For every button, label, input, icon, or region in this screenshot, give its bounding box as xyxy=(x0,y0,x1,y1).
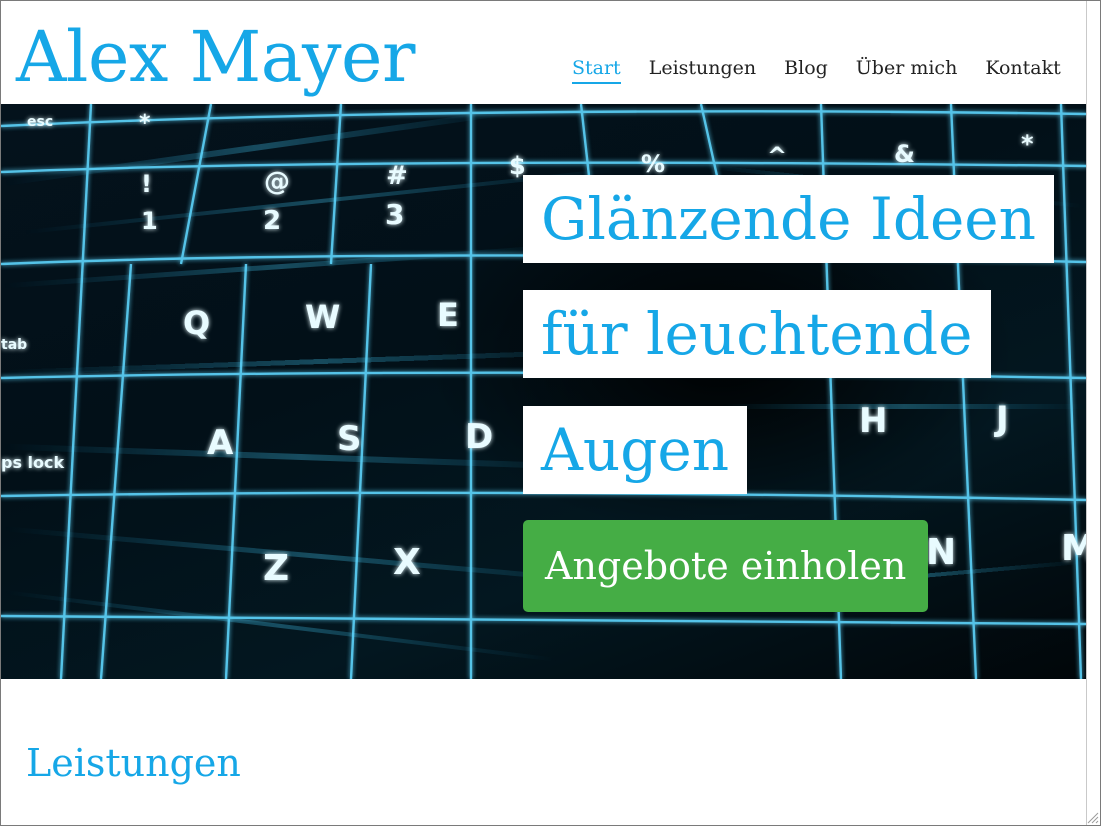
svg-text:@: @ xyxy=(264,167,290,197)
key-caps-lock: ps lock xyxy=(1,453,65,472)
svg-text:*: * xyxy=(1021,130,1034,158)
svg-text:&: & xyxy=(894,140,915,168)
svg-text:X: X xyxy=(393,542,421,583)
svg-text:A: A xyxy=(207,423,234,463)
hero-headline-line-3: Augen xyxy=(523,406,748,494)
svg-text:N: N xyxy=(926,532,956,573)
get-quote-button[interactable]: Angebote einholen xyxy=(523,520,929,612)
svg-text:D: D xyxy=(465,417,493,457)
hero-headline-line-1: Glänzende Ideen xyxy=(523,175,1054,263)
key-tab: tab xyxy=(1,337,27,353)
svg-text:J: J xyxy=(994,399,1009,439)
key-asterisk-1: * xyxy=(139,111,151,136)
nav-item-kontakt[interactable]: Kontakt xyxy=(985,54,1060,84)
main-nav: Start Leistungen Blog Über mich Kontakt xyxy=(572,54,1061,84)
nav-item-ueber-mich[interactable]: Über mich xyxy=(856,54,958,84)
hero-headline-line-2: für leuchtende xyxy=(523,290,991,378)
svg-text:1: 1 xyxy=(141,207,158,235)
hero-section: * esc $ % ^ & * ! 1 @ 2 # 3 Q W E tab A … xyxy=(1,104,1087,679)
svg-text:%: % xyxy=(641,150,665,178)
svg-text:Z: Z xyxy=(263,548,289,589)
svg-text:Q: Q xyxy=(183,304,210,342)
svg-text:^: ^ xyxy=(767,142,787,170)
site-header: Alex Mayer Start Leistungen Blog Über mi… xyxy=(1,1,1087,104)
svg-text:2: 2 xyxy=(263,206,281,236)
nav-item-leistungen[interactable]: Leistungen xyxy=(649,54,756,84)
site-logo[interactable]: Alex Mayer xyxy=(16,15,415,99)
resize-grip-icon[interactable] xyxy=(1086,811,1099,824)
vertical-scrollbar[interactable] xyxy=(1086,1,1100,825)
browser-viewport: Alex Mayer Start Leistungen Blog Über mi… xyxy=(0,0,1101,826)
svg-text:W: W xyxy=(305,298,340,336)
svg-text:!: ! xyxy=(141,170,152,198)
svg-text:M: M xyxy=(1061,528,1087,569)
nav-item-blog[interactable]: Blog xyxy=(784,54,828,84)
svg-text:3: 3 xyxy=(385,198,404,231)
nav-item-start[interactable]: Start xyxy=(572,54,621,84)
section-title-leistungen: Leistungen xyxy=(26,741,241,785)
svg-text:#: # xyxy=(386,161,408,191)
svg-text:H: H xyxy=(859,401,887,441)
svg-text:S: S xyxy=(337,419,362,459)
key-esc: esc xyxy=(27,114,53,130)
svg-text:E: E xyxy=(437,296,459,334)
